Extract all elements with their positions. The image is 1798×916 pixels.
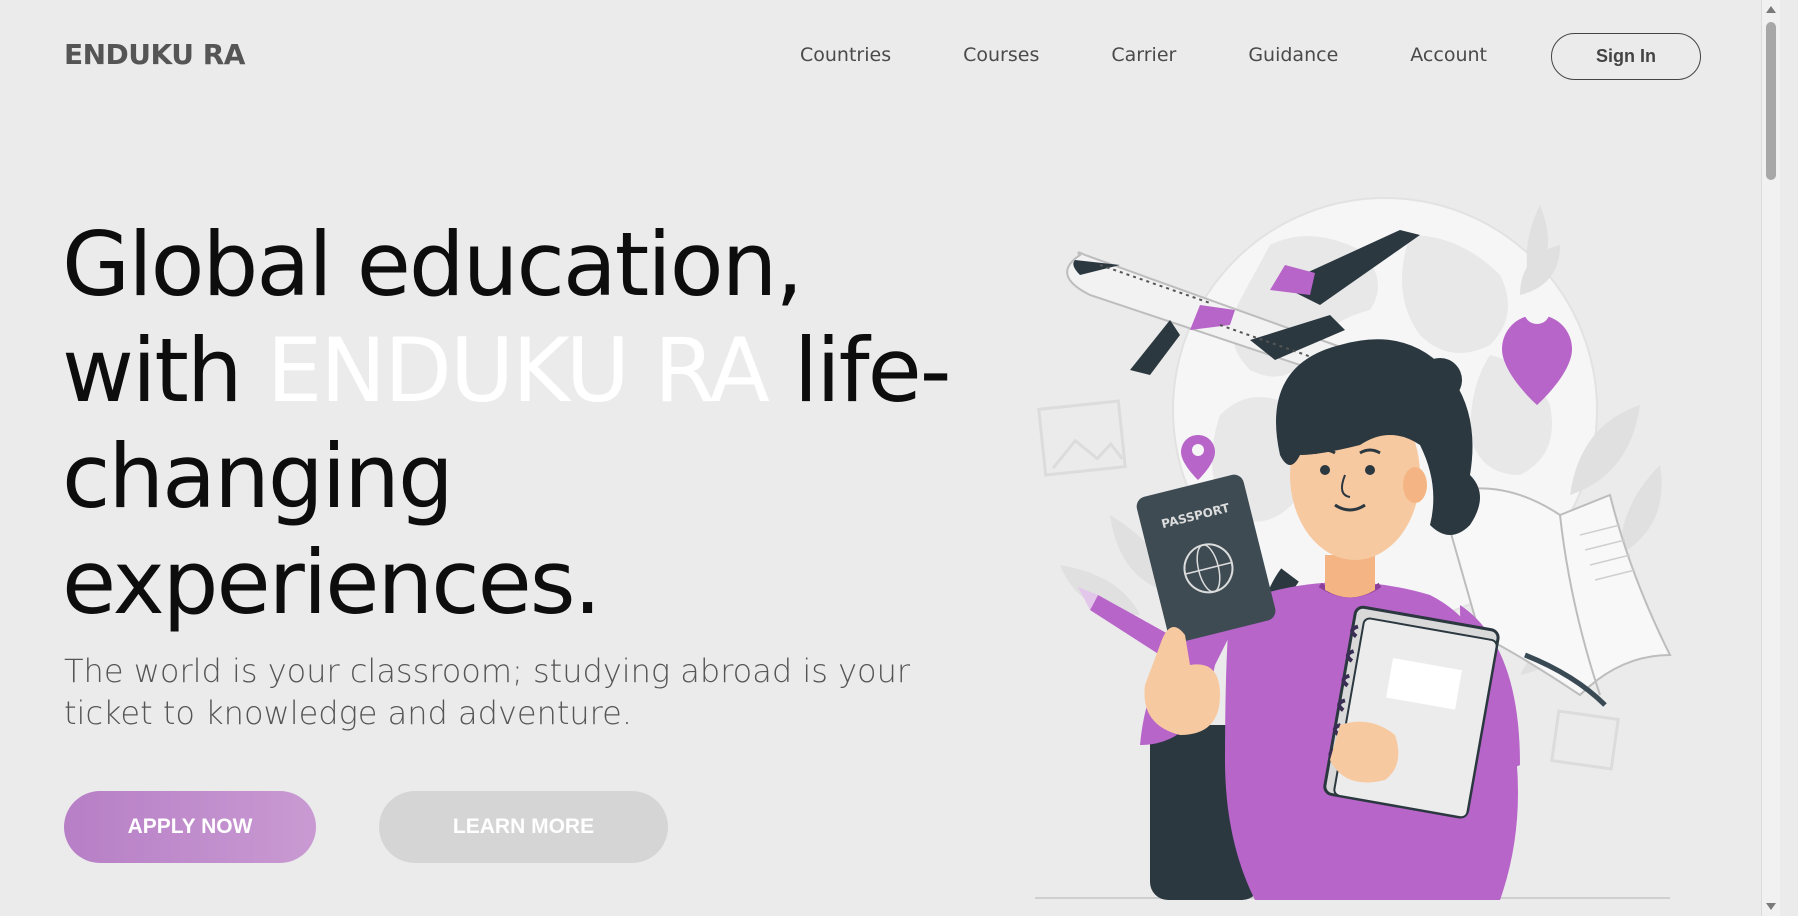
scroll-down-arrow-icon[interactable]	[1766, 903, 1776, 910]
hero-title-line4: experiences.	[62, 531, 602, 634]
brand-logo[interactable]: ENDUKU RA	[64, 38, 245, 71]
nav-item-carrier[interactable]: Carrier	[1111, 44, 1176, 66]
hero-title-line3: changing	[62, 425, 454, 528]
nav-item-account[interactable]: Account	[1410, 44, 1487, 66]
sign-in-button[interactable]: Sign In	[1551, 33, 1701, 80]
nav-item-courses[interactable]: Courses	[963, 44, 1039, 66]
nav-item-guidance[interactable]: Guidance	[1248, 44, 1338, 66]
hero-subtitle: The world is your classroom; studying ab…	[64, 652, 911, 732]
hero-title: Global education, with ENDUKU RA life-cha…	[62, 212, 962, 636]
apply-now-button[interactable]: APPLY NOW	[64, 791, 316, 863]
hero-title-accent: ENDUKU RA	[266, 319, 770, 422]
scroll-up-arrow-icon[interactable]	[1766, 6, 1776, 13]
hero-illustration: PASSPORT	[1035, 197, 1672, 900]
hero-title-with: with	[62, 319, 267, 422]
landing-page: ENDUKU RA Countries Courses Carrier Guid…	[0, 0, 1780, 916]
hero-title-rest: life-	[767, 319, 952, 422]
notebook-icon	[1323, 605, 1500, 819]
main-nav: Countries Courses Carrier Guidance Accou…	[800, 44, 1487, 66]
image-placeholder-icon	[1037, 399, 1127, 477]
vertical-scrollbar[interactable]	[1761, 0, 1780, 916]
nav-item-countries[interactable]: Countries	[800, 44, 891, 66]
learn-more-button[interactable]: LEARN MORE	[379, 791, 668, 863]
scroll-thumb[interactable]	[1766, 22, 1776, 180]
hero-title-line1: Global education,	[62, 213, 803, 316]
image-placeholder-icon	[1550, 709, 1620, 771]
